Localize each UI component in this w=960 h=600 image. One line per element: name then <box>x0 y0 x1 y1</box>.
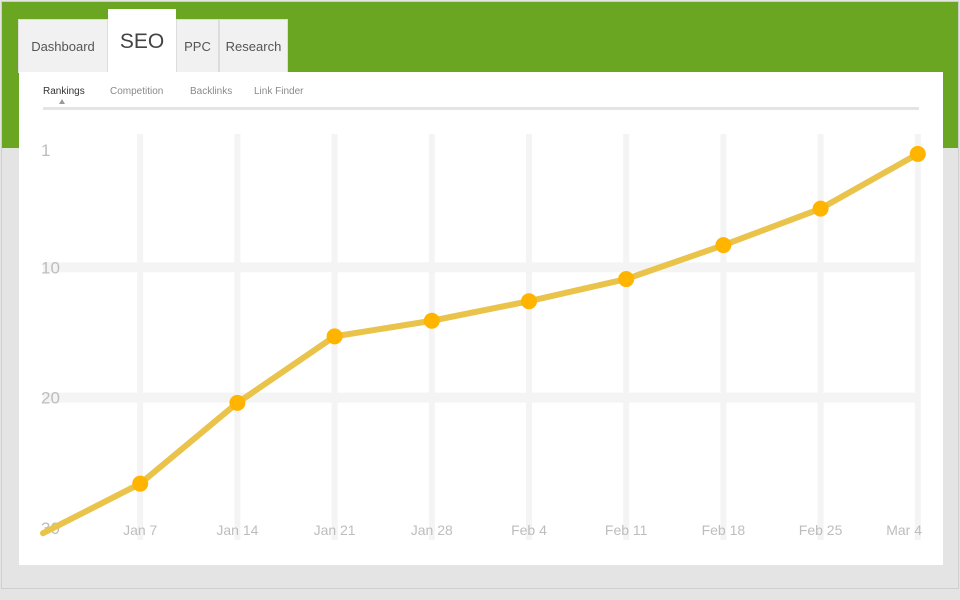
grid-column <box>623 134 630 540</box>
x-tick-label: Feb 18 <box>702 522 746 538</box>
x-tick-label: Jan 28 <box>411 522 453 538</box>
grid-column <box>526 134 532 540</box>
x-tick-label: Feb 11 <box>605 522 648 538</box>
grid-column <box>817 134 824 540</box>
tab-dashboard-label: Dashboard <box>31 39 95 54</box>
x-tick-label: Feb 4 <box>511 522 547 538</box>
x-tick-label: Feb 25 <box>799 522 843 538</box>
grid-column <box>428 134 435 540</box>
content-panel: Rankings Competition Backlinks Link Find… <box>19 72 943 565</box>
tab-research[interactable]: Research <box>219 19 288 73</box>
grid-column <box>234 134 241 540</box>
y-tick-label: 10 <box>41 258 60 277</box>
grid-row <box>43 262 917 273</box>
data-point <box>812 200 829 217</box>
y-tick-label: 20 <box>41 389 60 408</box>
tab-research-label: Research <box>225 39 282 54</box>
tab-ppc-label: PPC <box>184 39 211 54</box>
data-point <box>423 312 440 329</box>
tab-seo[interactable]: SEO <box>108 9 176 73</box>
x-tick-label: Jan 7 <box>123 522 157 538</box>
data-point <box>521 293 537 310</box>
rankings-chart: 1102030 Jan 7 Jan 14 Jan 21 Jan 28 Feb 4 Feb 1… <box>40 134 926 540</box>
app-frame: Dashboard SEO PPC Research Rankings Comp… <box>1 1 959 589</box>
grid-column <box>914 134 921 540</box>
data-point <box>909 145 926 162</box>
tab-seo-label: SEO <box>119 29 165 53</box>
grid-row <box>43 392 917 403</box>
data-point <box>715 237 732 254</box>
data-point <box>132 475 149 492</box>
series-line <box>40 150 921 537</box>
grid-column <box>720 134 727 540</box>
x-tick-label: Jan 21 <box>314 522 356 538</box>
tab-dashboard[interactable]: Dashboard <box>18 19 108 73</box>
data-point <box>618 271 635 288</box>
data-point <box>326 328 343 345</box>
data-point <box>229 394 246 411</box>
x-tick-label: Mar 4 <box>886 522 922 538</box>
tab-ppc[interactable]: PPC <box>176 19 219 73</box>
y-tick-label: 1 <box>41 141 50 160</box>
x-tick-label: Jan 14 <box>216 522 258 538</box>
